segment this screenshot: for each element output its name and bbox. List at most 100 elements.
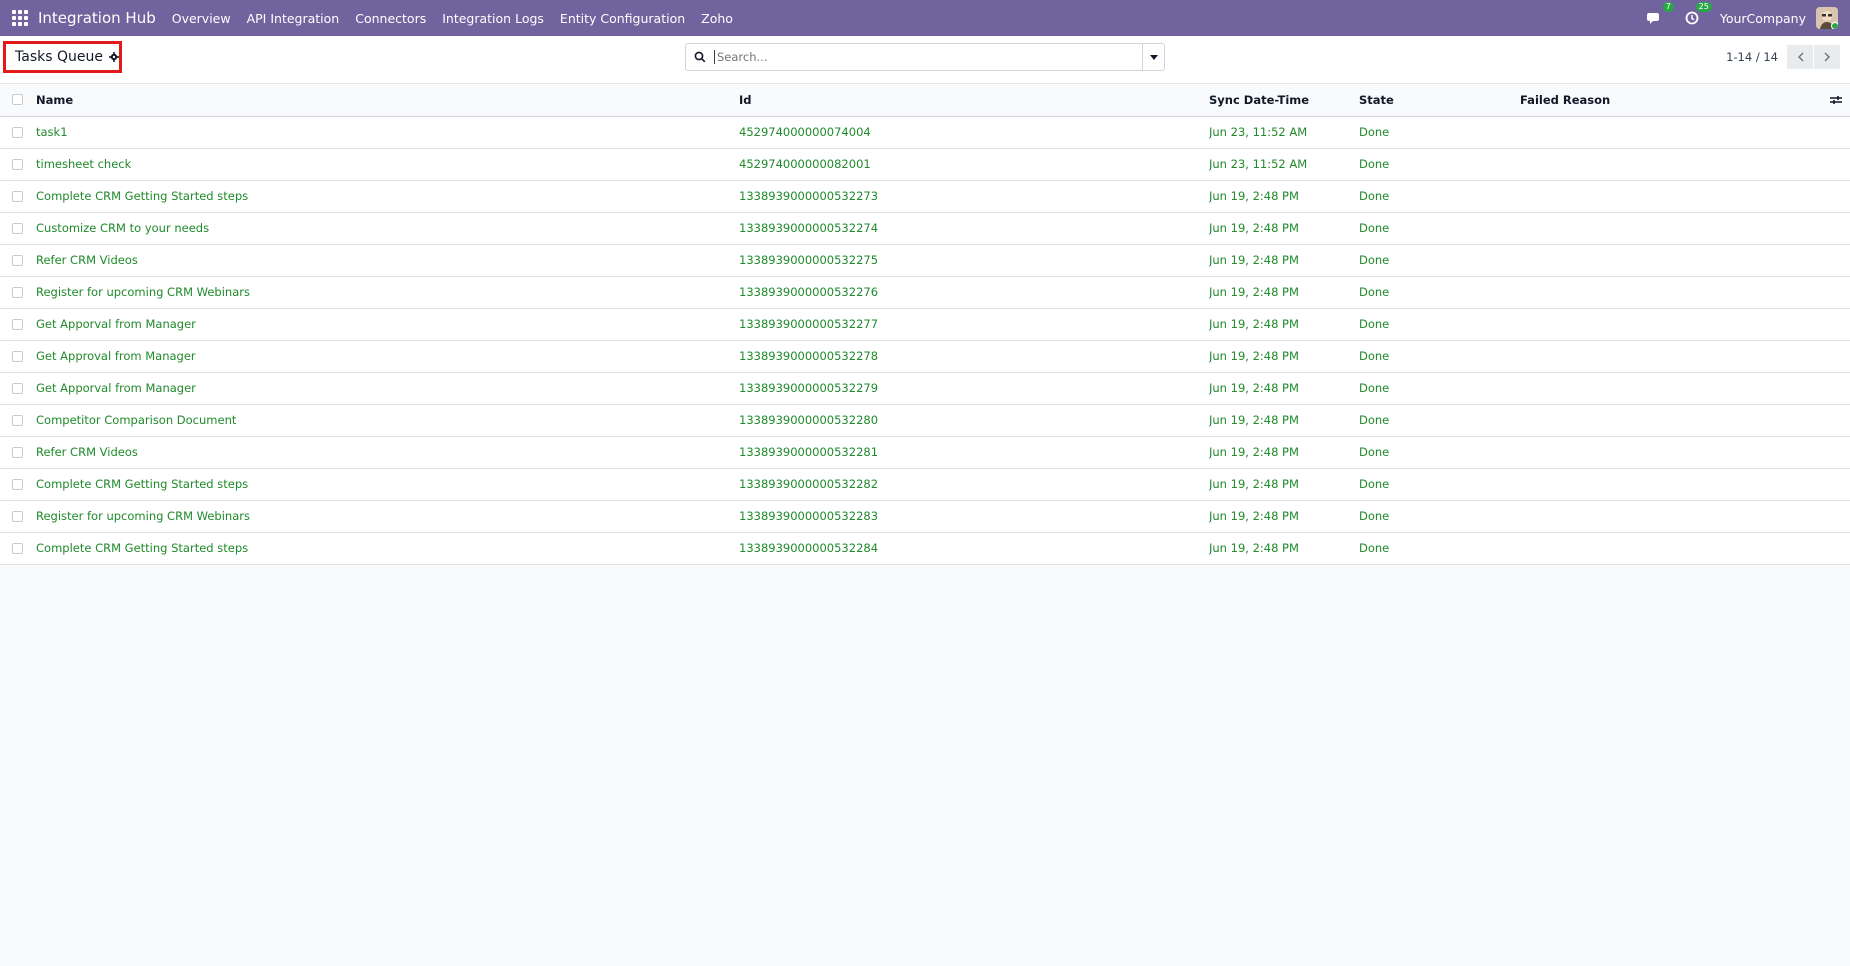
cell-state[interactable]: Done <box>1359 212 1520 244</box>
column-header-state[interactable]: State <box>1359 84 1520 117</box>
cell-failed-reason[interactable] <box>1520 532 1820 564</box>
messages-button[interactable]: 7 <box>1644 2 1674 28</box>
row-checkbox[interactable] <box>12 542 23 554</box>
cell-id[interactable]: 1338939000000532273 <box>739 180 1209 212</box>
row-checkbox[interactable] <box>12 414 23 426</box>
cell-name[interactable]: Refer CRM Videos <box>36 436 739 468</box>
cell-failed-reason[interactable] <box>1520 276 1820 308</box>
cell-id[interactable]: 1338939000000532277 <box>739 308 1209 340</box>
cell-state[interactable]: Done <box>1359 180 1520 212</box>
table-row[interactable]: Complete CRM Getting Started steps 133893… <box>0 468 1850 500</box>
cell-sync-date-time[interactable]: Jun 19, 2:48 PM <box>1209 500 1359 532</box>
cell-sync-date-time[interactable]: Jun 19, 2:48 PM <box>1209 468 1359 500</box>
table-row[interactable]: Refer CRM Videos 1338939000000532275 Jun 1… <box>0 244 1850 276</box>
table-row[interactable]: Competitor Comparison Document 1338939000… <box>0 404 1850 436</box>
cell-name[interactable]: Register for upcoming CRM Webinars <box>36 276 739 308</box>
table-row[interactable]: Get Apporval from Manager 133893900000053… <box>0 308 1850 340</box>
cell-failed-reason[interactable] <box>1520 500 1820 532</box>
cell-state[interactable]: Done <box>1359 244 1520 276</box>
row-checkbox[interactable] <box>12 350 23 362</box>
table-row[interactable]: Get Approval from Manager 133893900000053… <box>0 340 1850 372</box>
cell-state[interactable]: Done <box>1359 372 1520 404</box>
row-checkbox[interactable] <box>12 158 23 170</box>
table-row[interactable]: Register for upcoming CRM Webinars 133893… <box>0 500 1850 532</box>
cell-sync-date-time[interactable]: Jun 19, 2:48 PM <box>1209 212 1359 244</box>
cell-state[interactable]: Done <box>1359 436 1520 468</box>
cell-id[interactable]: 1338939000000532278 <box>739 340 1209 372</box>
table-row[interactable]: task1 452974000000074004 Jun 23, 11:52 AM D… <box>0 116 1850 148</box>
cell-sync-date-time[interactable]: Jun 19, 2:48 PM <box>1209 372 1359 404</box>
cell-state[interactable]: Done <box>1359 468 1520 500</box>
user-avatar[interactable] <box>1816 7 1838 29</box>
cell-state[interactable]: Done <box>1359 308 1520 340</box>
gear-icon[interactable] <box>108 52 119 62</box>
cell-sync-date-time[interactable]: Jun 19, 2:48 PM <box>1209 308 1359 340</box>
search-input[interactable] <box>714 50 1142 64</box>
table-row[interactable]: Complete CRM Getting Started steps 133893… <box>0 532 1850 564</box>
column-header-sync-date-time[interactable]: Sync Date-Time <box>1209 84 1359 117</box>
app-brand[interactable]: Integration Hub <box>38 9 156 27</box>
cell-sync-date-time[interactable]: Jun 23, 11:52 AM <box>1209 148 1359 180</box>
cell-id[interactable]: 1338939000000532274 <box>739 212 1209 244</box>
cell-state[interactable]: Done <box>1359 404 1520 436</box>
cell-name[interactable]: Competitor Comparison Document <box>36 404 739 436</box>
table-row[interactable]: timesheet check 452974000000082001 Jun 23,… <box>0 148 1850 180</box>
cell-sync-date-time[interactable]: Jun 19, 2:48 PM <box>1209 404 1359 436</box>
table-row[interactable]: Get Apporval from Manager 133893900000053… <box>0 372 1850 404</box>
nav-item-overview[interactable]: Overview <box>172 11 231 26</box>
cell-name[interactable]: Get Apporval from Manager <box>36 308 739 340</box>
cell-name[interactable]: Complete CRM Getting Started steps <box>36 180 739 212</box>
table-row[interactable]: Refer CRM Videos 1338939000000532281 Jun 1… <box>0 436 1850 468</box>
optional-columns-toggle[interactable] <box>1820 95 1850 105</box>
cell-failed-reason[interactable] <box>1520 372 1820 404</box>
cell-name[interactable]: task1 <box>36 116 739 148</box>
cell-name[interactable]: Get Apporval from Manager <box>36 372 739 404</box>
cell-id[interactable]: 1338939000000532281 <box>739 436 1209 468</box>
cell-name[interactable]: Refer CRM Videos <box>36 244 739 276</box>
cell-sync-date-time[interactable]: Jun 19, 2:48 PM <box>1209 436 1359 468</box>
row-checkbox[interactable] <box>12 510 23 522</box>
cell-id[interactable]: 1338939000000532284 <box>739 532 1209 564</box>
row-checkbox[interactable] <box>12 478 23 490</box>
table-row[interactable]: Customize CRM to your needs 1338939000000… <box>0 212 1850 244</box>
cell-failed-reason[interactable] <box>1520 468 1820 500</box>
row-checkbox[interactable] <box>12 126 23 138</box>
cell-state[interactable]: Done <box>1359 532 1520 564</box>
cell-state[interactable]: Done <box>1359 148 1520 180</box>
row-checkbox[interactable] <box>12 446 23 458</box>
cell-failed-reason[interactable] <box>1520 116 1820 148</box>
cell-state[interactable]: Done <box>1359 116 1520 148</box>
row-checkbox[interactable] <box>12 286 23 298</box>
search-options-toggle[interactable] <box>1142 44 1164 70</box>
cell-id[interactable]: 1338939000000532275 <box>739 244 1209 276</box>
cell-name[interactable]: Complete CRM Getting Started steps <box>36 468 739 500</box>
cell-sync-date-time[interactable]: Jun 19, 2:48 PM <box>1209 340 1359 372</box>
column-header-name[interactable]: Name <box>36 84 739 117</box>
table-row[interactable]: Register for upcoming CRM Webinars 133893… <box>0 276 1850 308</box>
cell-name[interactable]: Get Approval from Manager <box>36 340 739 372</box>
cell-id[interactable]: 1338939000000532279 <box>739 372 1209 404</box>
cell-id[interactable]: 452974000000082001 <box>739 148 1209 180</box>
cell-name[interactable]: timesheet check <box>36 148 739 180</box>
row-checkbox[interactable] <box>12 318 23 330</box>
row-checkbox[interactable] <box>12 382 23 394</box>
row-checkbox[interactable] <box>12 190 23 202</box>
pager-previous-button[interactable] <box>1787 45 1813 69</box>
row-checkbox[interactable] <box>12 254 23 266</box>
cell-failed-reason[interactable] <box>1520 148 1820 180</box>
table-row[interactable]: Complete CRM Getting Started steps 133893… <box>0 180 1850 212</box>
pager-next-button[interactable] <box>1814 45 1840 69</box>
nav-item-entity-configuration[interactable]: Entity Configuration <box>560 11 685 26</box>
cell-id[interactable]: 452974000000074004 <box>739 116 1209 148</box>
cell-sync-date-time[interactable]: Jun 23, 11:52 AM <box>1209 116 1359 148</box>
cell-state[interactable]: Done <box>1359 500 1520 532</box>
row-checkbox[interactable] <box>12 222 23 234</box>
cell-id[interactable]: 1338939000000532276 <box>739 276 1209 308</box>
cell-failed-reason[interactable] <box>1520 340 1820 372</box>
cell-name[interactable]: Customize CRM to your needs <box>36 212 739 244</box>
cell-id[interactable]: 1338939000000532280 <box>739 404 1209 436</box>
cell-id[interactable]: 1338939000000532283 <box>739 500 1209 532</box>
nav-item-api-integration[interactable]: API Integration <box>247 11 340 26</box>
company-switcher[interactable]: YourCompany <box>1720 11 1806 26</box>
cell-failed-reason[interactable] <box>1520 212 1820 244</box>
